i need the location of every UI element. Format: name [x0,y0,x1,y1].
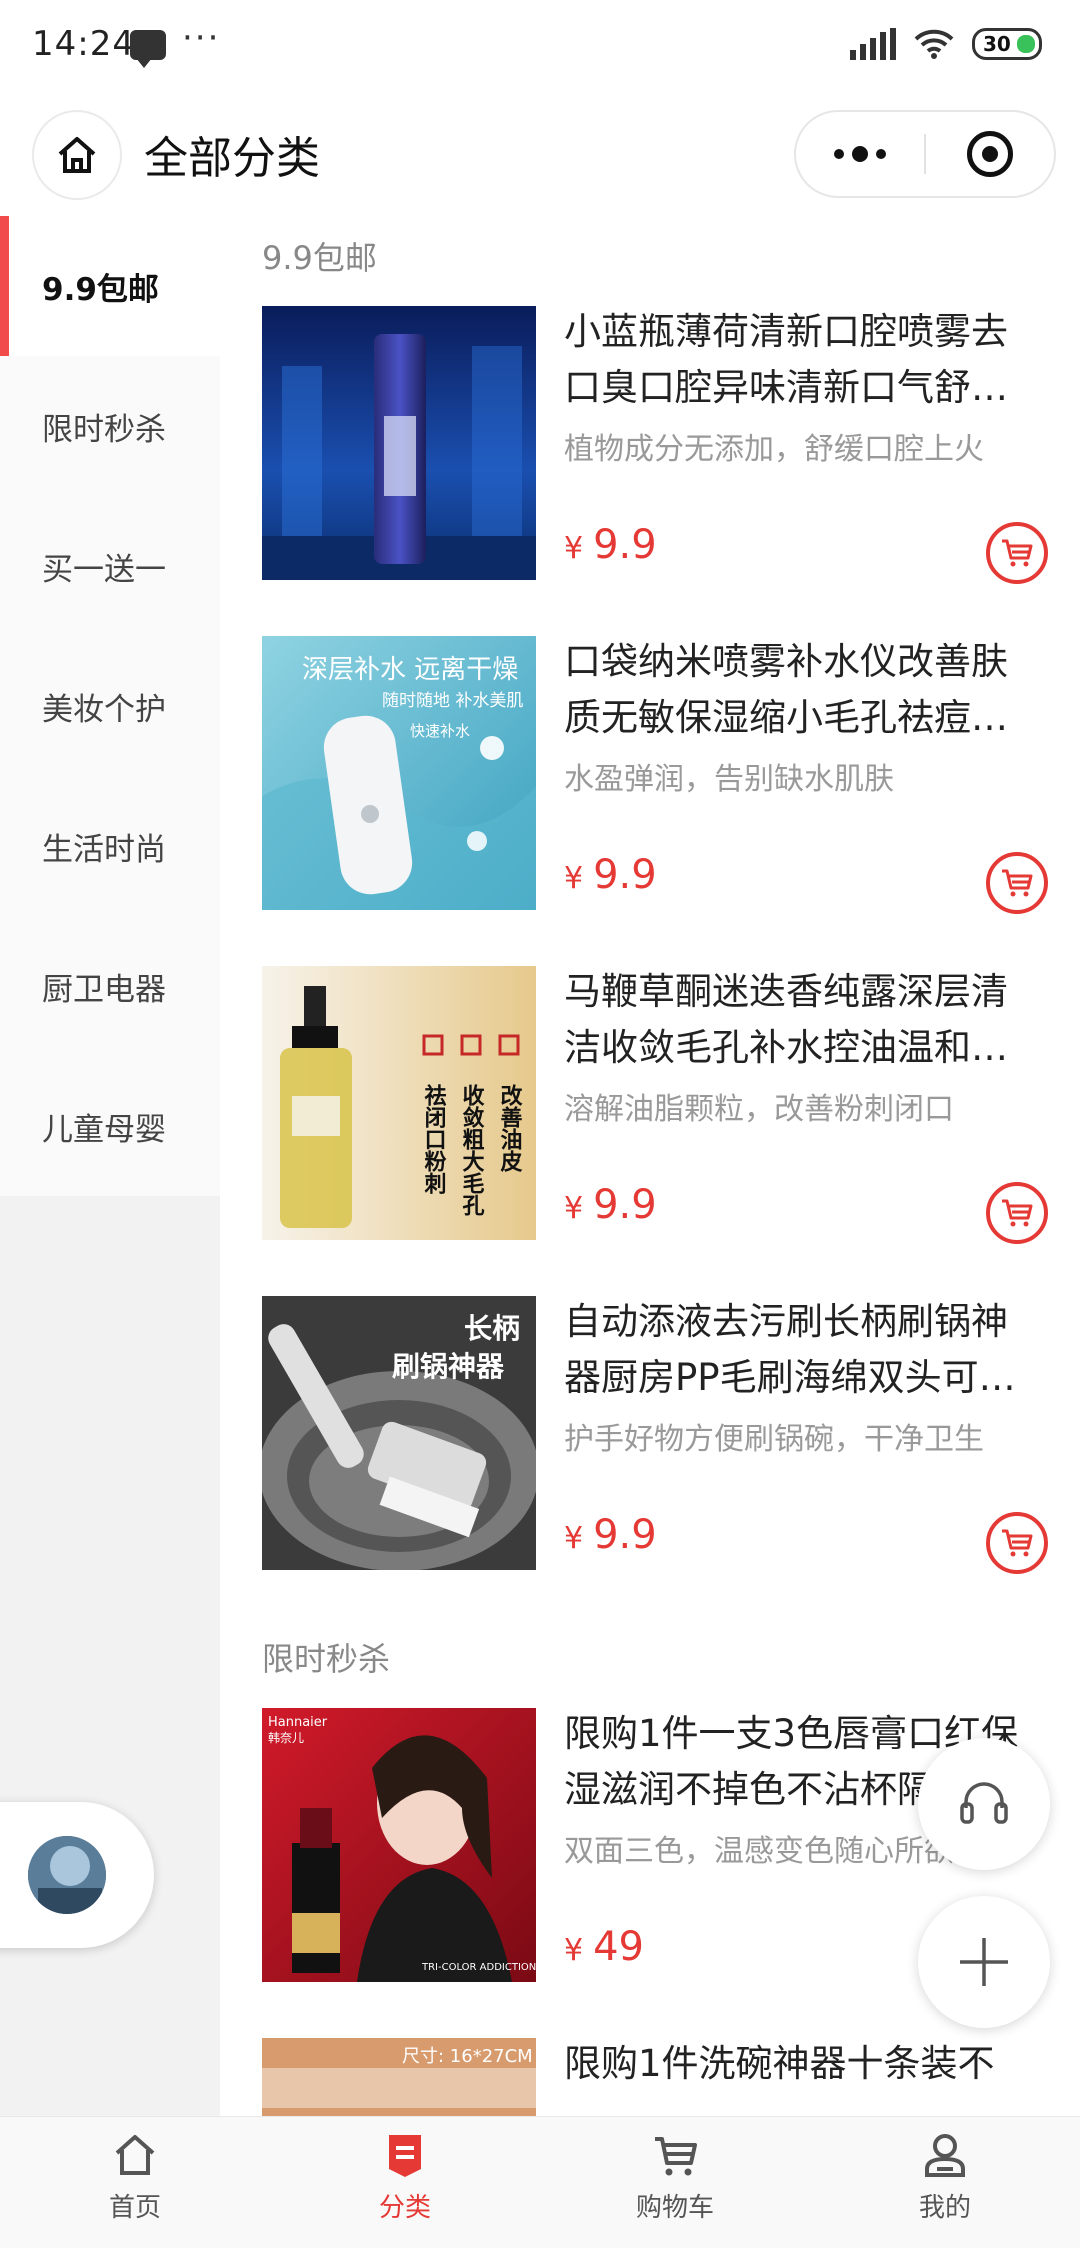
product-description: 植物成分无添加，舒缓口腔上火 [564,432,984,467]
image-text-subline: 随时随地 补水美肌 [382,691,523,711]
add-to-cart-button[interactable] [986,522,1048,584]
product-card[interactable]: 尺寸: 16*27CM 限购1件洗碗神器十条装不 [220,2028,1080,2116]
category-icon [389,2135,421,2177]
add-to-cart-button[interactable] [986,1512,1048,1574]
product-title[interactable]: 限购1件洗碗神器十条装不 [564,2036,1044,2116]
battery-icon: 30 [972,28,1042,60]
sidebar-item-kids-baby[interactable]: 儿童母婴 [0,1056,220,1196]
headset-icon [960,1782,1008,1824]
profile-icon [925,2134,965,2177]
tab-cart[interactable]: 购物车 [540,2117,810,2248]
product-title[interactable]: 自动添液去污刷长柄刷锅神器厨房PP毛刷海绵双头可… [564,1294,1044,1406]
product-image[interactable]: 长柄 刷锅神器 [262,1296,536,1570]
product-description: 溶解油脂颗粒，改善粉刺闭口 [564,1092,954,1127]
product-description: 护手好物方便刷锅碗，干净卫生 [564,1422,984,1457]
product-card[interactable]: 深层补水 远离干燥 随时随地 补水美肌 快速补水 口袋纳米喷雾补水仪改善肤质无敏… [220,626,1080,956]
product-price: ¥ 49 [564,1924,644,1970]
image-text-line1: 长柄 [464,1312,520,1345]
plus-icon [960,1938,1008,1986]
target-icon [966,131,1013,177]
sidebar-item-9-9-free-shipping[interactable]: 9.9包邮 [0,216,220,356]
home-icon [58,137,96,173]
product-image[interactable]: 深层补水 远离干燥 随时随地 补水美肌 快速补水 [262,636,536,910]
home-icon [115,2135,155,2175]
add-to-cart-button[interactable] [986,852,1048,914]
wifi-icon [914,29,954,59]
product-card[interactable]: 改善油皮 收敛粗大毛孔 祛闭口粉刺 马鞭草酮迷迭香纯露深层清洁收敛毛孔补水控油温… [220,956,1080,1286]
page-title: 全部分类 [144,133,320,184]
product-price: ¥ 9.9 [564,522,657,568]
status-time: 14:24 [32,24,135,64]
message-icon [130,30,166,68]
add-to-cart-button[interactable] [986,1182,1048,1244]
product-price: ¥ 9.9 [564,1182,657,1228]
signal-icon [850,28,896,60]
image-text-col1: 改善油皮 [497,1083,523,1173]
tab-category[interactable]: 分类 [270,2117,540,2248]
cart-icon [1002,1529,1033,1557]
product-title[interactable]: 马鞭草酮迷迭香纯露深层清洁收敛毛孔补水控油温和… [564,964,1044,1076]
sidebar-item-kitchen-appliances[interactable]: 厨卫电器 [0,916,220,1056]
product-card[interactable]: 小蓝瓶薄荷清新口腔喷雾去口臭口腔异味清新口气舒… 植物成分无添加，舒缓口腔上火 … [220,296,1080,626]
section-title: 限时秒杀 [262,1640,391,1678]
product-price: ¥ 9.9 [564,1512,657,1558]
sidebar-item-beauty-care[interactable]: 美妆个护 [0,636,220,776]
image-text-col2: 收敛粗大毛孔 [459,1083,485,1217]
home-button[interactable] [32,110,122,200]
add-button[interactable] [918,1896,1050,2028]
tab-profile[interactable]: 我的 [810,2117,1080,2248]
tab-home[interactable]: 首页 [0,2117,270,2248]
sidebar-item-lifestyle[interactable]: 生活时尚 [0,776,220,916]
product-image[interactable]: 改善油皮 收敛粗大毛孔 祛闭口粉刺 [262,966,536,1240]
status-more-dots: ··· [182,18,221,58]
image-text-brand: Hannaier [268,1715,328,1730]
section-title: 9.9包邮 [262,239,377,277]
floating-user-avatar[interactable] [0,1802,154,1948]
image-text-brand-cn: 韩奈儿 [268,1730,304,1745]
cart-icon [1002,1199,1033,1227]
image-text-line2: 刷锅神器 [392,1350,505,1383]
status-indicators: 30 [850,28,1042,60]
product-description: 水盈弹润，告别缺水肌肤 [564,762,894,797]
nav-header: 全部分类 [0,96,1080,216]
image-text-size: 尺寸: 16*27CM [402,2046,533,2067]
product-image[interactable] [262,306,536,580]
customer-service-button[interactable] [918,1738,1050,1870]
avatar [25,1833,109,1917]
product-price: ¥ 9.9 [564,852,657,898]
more-menu-button[interactable] [796,112,924,196]
miniapp-capsule [794,110,1056,198]
sidebar-item-flash-sale[interactable]: 限时秒杀 [0,356,220,496]
image-text-col3: 祛闭口粉刺 [421,1083,447,1195]
cart-icon [1002,869,1033,897]
battery-level: 30 [983,32,1011,56]
image-text-badge: 快速补水 [410,722,470,740]
image-text-headline: 深层补水 远离干燥 [302,655,518,685]
status-bar: 14:24 ··· 30 [0,0,1080,96]
image-text-tag: TRI-COLOR ADDICTION [421,1962,536,1973]
cart-icon [1002,539,1033,567]
product-title[interactable]: 小蓝瓶薄荷清新口腔喷雾去口臭口腔异味清新口气舒… [564,304,1044,416]
product-image[interactable]: Hannaier 韩奈儿 TRI-COLOR ADDICTION [262,1708,536,1982]
close-miniapp-button[interactable] [926,112,1054,196]
cart-icon [655,2137,697,2176]
bottom-tab-bar: 首页 分类 购物车 我的 [0,2116,1080,2248]
product-image[interactable]: 尺寸: 16*27CM [262,2038,536,2116]
product-card[interactable]: 长柄 刷锅神器 自动添液去污刷长柄刷锅神器厨房PP毛刷海绵双头可… 护手好物方便… [220,1286,1080,1616]
sidebar-item-buy-one-get-one[interactable]: 买一送一 [0,496,220,636]
product-title[interactable]: 口袋纳米喷雾补水仪改善肤质无敏保湿缩小毛孔祛痘… [564,634,1044,746]
